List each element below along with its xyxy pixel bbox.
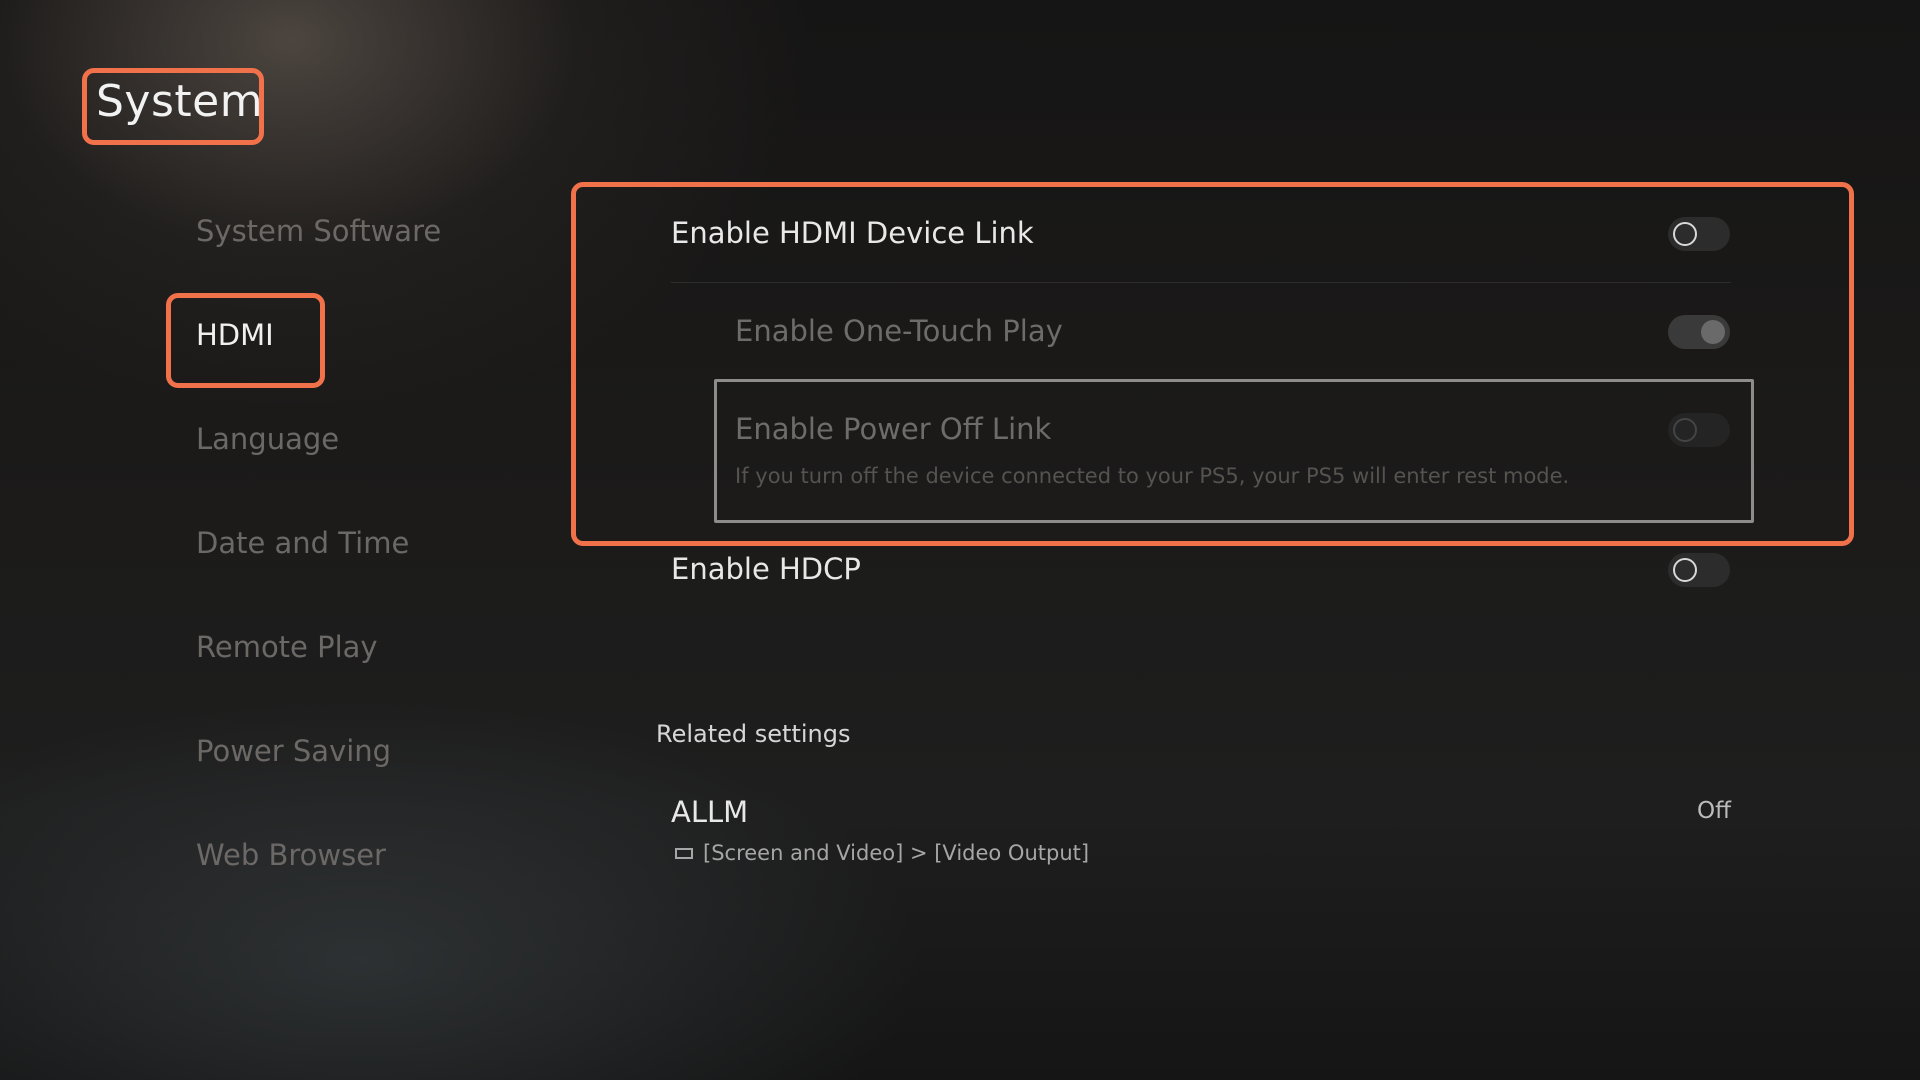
hdcp-toggle[interactable] [1668, 553, 1730, 587]
toggle-knob [1673, 418, 1697, 442]
page-title: System [96, 76, 264, 127]
power-off-link-label: Enable Power Off Link [735, 412, 1052, 446]
toggle-knob [1673, 558, 1697, 582]
power-off-link-toggle[interactable] [1668, 413, 1730, 447]
power-off-link-description: If you turn off the device connected to … [735, 464, 1570, 488]
screen-icon [675, 847, 693, 859]
power-off-link-row[interactable] [714, 379, 1754, 523]
sidebar-item-system-software[interactable]: System Software [196, 214, 441, 248]
sidebar-item-date-and-time[interactable]: Date and Time [196, 526, 409, 560]
toggle-knob [1701, 320, 1725, 344]
sidebar-item-power-saving[interactable]: Power Saving [196, 734, 391, 768]
one-touch-play-label: Enable One-Touch Play [735, 314, 1063, 348]
hdcp-label: Enable HDCP [671, 552, 861, 586]
sidebar-item-hdmi[interactable]: HDMI [196, 318, 274, 352]
related-settings-title: Related settings [656, 720, 851, 748]
allm-path-text: [Screen and Video] > [Video Output] [703, 841, 1090, 865]
hdmi-device-link-label: Enable HDMI Device Link [671, 216, 1034, 250]
allm-label: ALLM [671, 795, 749, 829]
sidebar-item-web-browser[interactable]: Web Browser [196, 838, 386, 872]
allm-path: [Screen and Video] > [Video Output] [675, 841, 1089, 865]
sidebar-item-remote-play[interactable]: Remote Play [196, 630, 378, 664]
one-touch-play-toggle[interactable] [1668, 315, 1730, 349]
toggle-knob [1673, 222, 1697, 246]
hdmi-device-link-toggle[interactable] [1668, 217, 1730, 251]
sidebar-item-language[interactable]: Language [196, 422, 339, 456]
divider [671, 282, 1731, 283]
allm-value: Off [1697, 798, 1731, 824]
